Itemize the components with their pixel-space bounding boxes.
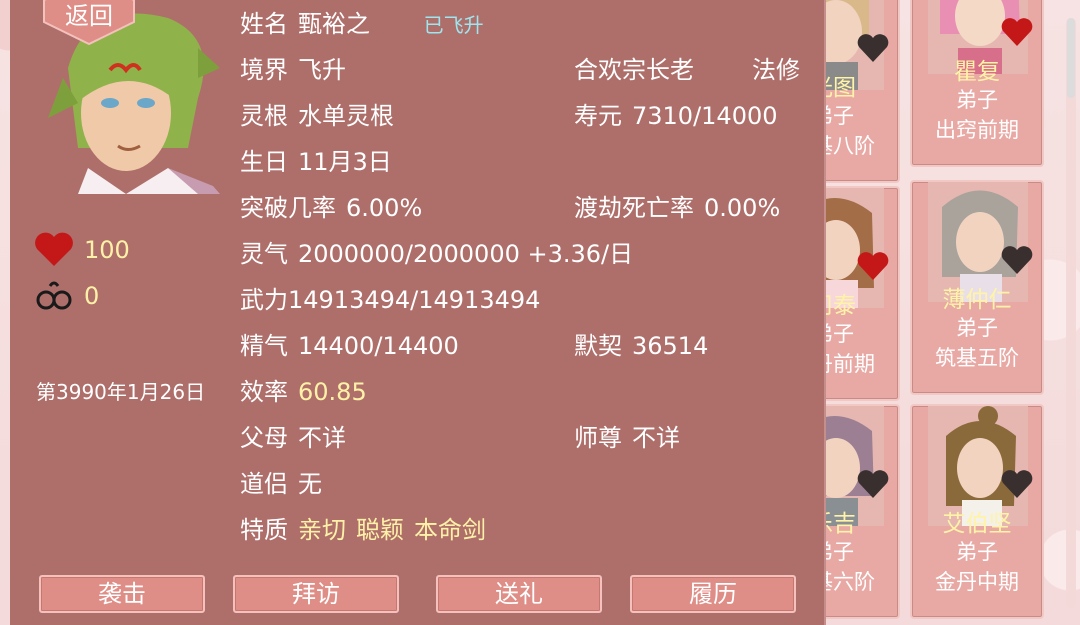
traits-row: 特质 亲切 聪颖 本命剑 (240, 510, 486, 545)
back-label: 返回 (65, 2, 113, 30)
disciple-role: 弟子 (956, 316, 998, 340)
affection-stat: 100 (34, 232, 130, 268)
tribulation-value: 0.00% (704, 194, 781, 222)
heart-dark-icon (1001, 246, 1033, 274)
realm-row: 境界 飞升 (240, 50, 346, 85)
parents-value: 不详 (298, 424, 346, 452)
disciple-name: 薄仲仁 (942, 287, 1012, 313)
efficiency-label: 效率 (240, 378, 288, 406)
master-value: 不详 (632, 424, 680, 452)
spirit-root-row: 灵根 水单灵根 (240, 96, 394, 131)
traits-label: 特质 (240, 516, 288, 544)
partner-row: 道侣无 (240, 464, 322, 499)
breakthrough-value: 6.00% (346, 194, 423, 222)
gift-button[interactable]: 送礼 (436, 575, 602, 613)
disciple-role: 弟子 (956, 540, 998, 564)
birthday-label: 生日 (240, 148, 288, 176)
attack-button[interactable]: 袭击 (39, 575, 205, 613)
shackles-value: 0 (84, 282, 100, 310)
shackles-stat: 0 (34, 278, 99, 314)
partner-value: 无 (298, 470, 322, 498)
character-name: 甄裕之 (298, 10, 370, 38)
tribulation-label: 渡劫死亡率 (574, 194, 694, 222)
disciple-card[interactable]: 薄仲仁 弟子 筑基五阶 (910, 180, 1044, 395)
name-label: 姓名 (240, 10, 288, 38)
lifespan-row: 寿元 7310/14000 (574, 96, 778, 131)
game-date: 第3990年1月26日 (36, 380, 206, 404)
essence-value: 14400/14400 (298, 332, 459, 360)
lifespan-value: 7310/14000 (632, 102, 778, 130)
qi-row: 灵气 2000000/2000000 +3.36/日 (240, 234, 633, 269)
efficiency-value: 60.85 (298, 378, 367, 406)
heart-red-icon (857, 252, 889, 280)
essence-label: 精气 (240, 332, 288, 360)
parents-label: 父母 (240, 424, 288, 452)
force-row: 武力14913494/14913494 (240, 280, 540, 315)
disciple-card[interactable]: 瞿复 弟子 出窍前期 (910, 0, 1044, 167)
realm-label: 境界 (240, 56, 288, 84)
disciple-rank: 金丹中期 (935, 570, 1019, 594)
trait-item: 亲切 (298, 516, 346, 544)
rapport-label: 默契 (574, 332, 622, 360)
disciple-name: 瞿复 (954, 59, 1000, 85)
parents-row: 父母 不详 (240, 418, 346, 453)
trait-item: 聪颖 (356, 516, 404, 544)
disciple-rank: 筑基五阶 (935, 346, 1019, 370)
visit-button[interactable]: 拜访 (233, 575, 399, 613)
disciple-rank: 出窍前期 (935, 118, 1019, 142)
heart-icon (35, 232, 73, 266)
birthday-row: 生日 11月3日 (240, 142, 392, 177)
cultivation-class: 法修 (752, 56, 800, 84)
spirit-root-value: 水单灵根 (298, 102, 394, 130)
name-row: 姓名 甄裕之 已飞升 (240, 4, 484, 39)
trait-item: 本命剑 (414, 516, 486, 544)
heart-dark-icon (857, 34, 889, 62)
partner-label: 道侣 (240, 470, 288, 498)
spirit-root-label: 灵根 (240, 102, 288, 130)
sect-title: 合欢宗长老 (574, 56, 694, 84)
tribulation-row: 渡劫死亡率 0.00% (574, 188, 780, 223)
affection-value: 100 (84, 236, 130, 264)
heart-red-icon (1001, 18, 1033, 46)
master-row: 师尊 不详 (574, 418, 680, 453)
disciple-card[interactable]: 艾伯坚 弟子 金丹中期 (910, 404, 1044, 619)
handcuffs-icon (36, 281, 72, 310)
force-value: 14913494/14913494 (288, 286, 541, 314)
breakthrough-row: 突破几率 6.00% (240, 188, 422, 223)
scrollbar[interactable] (1066, 18, 1076, 608)
master-label: 师尊 (574, 424, 622, 452)
realm-value: 飞升 (298, 56, 346, 84)
essence-row: 精气 14400/14400 (240, 326, 459, 361)
qi-value: 2000000/2000000 +3.36/日 (298, 240, 634, 268)
qi-label: 灵气 (240, 240, 288, 268)
disciple-role: 弟子 (956, 88, 998, 112)
heart-dark-icon (1001, 470, 1033, 498)
efficiency-row: 效率 60.85 (240, 372, 367, 407)
breakthrough-label: 突破几率 (240, 194, 336, 222)
rapport-row: 默契 36514 (574, 326, 708, 361)
character-detail-panel: 100 0 第3990年1月26日 姓名 甄裕之 已飞升 境界 飞升 合欢宗长老 法… (10, 0, 826, 625)
rapport-value: 36514 (632, 332, 709, 360)
force-label: 武力 (240, 286, 288, 314)
scrollbar-thumb[interactable] (1067, 18, 1075, 98)
disciple-grid: 光图 弟子 筑基八阶 司泰 弟子 金丹前期 乐吉 弟子 筑基六阶 瞿复 弟子 出… (766, 0, 1060, 625)
history-button[interactable]: 履历 (630, 575, 796, 613)
heart-dark-icon (857, 470, 889, 498)
disciple-name: 艾伯坚 (942, 511, 1012, 537)
birthday-value: 11月3日 (298, 148, 392, 176)
back-button[interactable]: 返回 (34, 0, 144, 48)
ascended-tag: 已飞升 (423, 13, 484, 37)
lifespan-label: 寿元 (574, 102, 622, 130)
